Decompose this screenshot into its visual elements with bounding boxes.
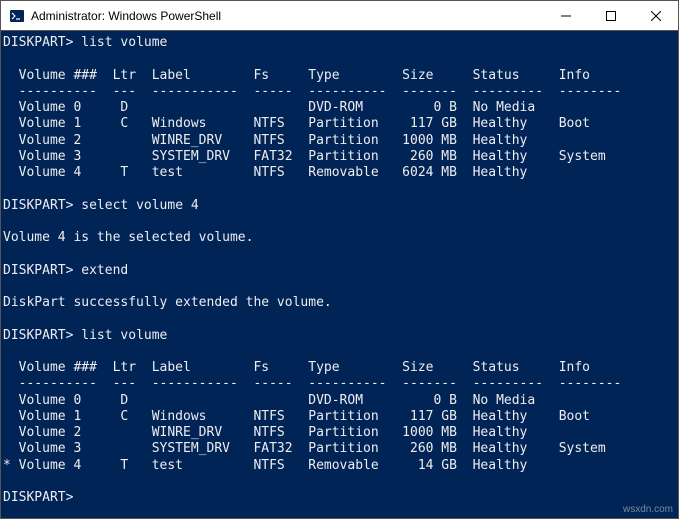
table-separator: ---------- --- ----------- ----- -------… [3,84,621,99]
prompt: DISKPART> [3,263,73,278]
table-row: Volume 2 WINRE_DRV NTFS Partition 1000 M… [3,133,527,148]
table-row: Volume 0 D DVD-ROM 0 B No Media [3,100,535,115]
window-title: Administrator: Windows PowerShell [31,9,221,23]
table-separator: ---------- --- ----------- ----- -------… [3,376,621,391]
table-row: Volume 1 C Windows NTFS Partition 117 GB… [3,116,590,131]
output-message: Volume 4 is the selected volume. [3,230,253,245]
table-row: * Volume 4 T test NTFS Removable 14 GB H… [3,458,527,473]
output-message: DiskPart successfully extended the volum… [3,295,332,310]
terminal-output[interactable]: DISKPART> list volume Volume ### Ltr Lab… [1,31,678,518]
prompt: DISKPART> [3,328,73,343]
powershell-icon [9,8,25,24]
command: list volume [81,35,167,50]
table-row: Volume 0 D DVD-ROM 0 B No Media [3,393,535,408]
table-row: Volume 3 SYSTEM_DRV FAT32 Partition 260 … [3,149,606,164]
prompt: DISKPART> [3,490,73,505]
command: select volume 4 [81,198,198,213]
table-header: Volume ### Ltr Label Fs Type Size Status… [3,68,590,83]
window-controls [543,1,678,30]
command: extend [81,263,128,278]
prompt: DISKPART> [3,198,73,213]
command: list volume [81,328,167,343]
table-header: Volume ### Ltr Label Fs Type Size Status… [3,360,590,375]
minimize-button[interactable] [543,1,588,30]
app-window: Administrator: Windows PowerShell DISKPA… [0,0,679,519]
maximize-button[interactable] [588,1,633,30]
table-row: Volume 4 T test NTFS Removable 6024 MB H… [3,165,527,180]
table-row: Volume 1 C Windows NTFS Partition 117 GB… [3,409,590,424]
table-row: Volume 2 WINRE_DRV NTFS Partition 1000 M… [3,425,527,440]
prompt: DISKPART> [3,35,73,50]
table-row: Volume 3 SYSTEM_DRV FAT32 Partition 260 … [3,441,606,456]
titlebar[interactable]: Administrator: Windows PowerShell [1,1,678,31]
close-button[interactable] [633,1,678,30]
